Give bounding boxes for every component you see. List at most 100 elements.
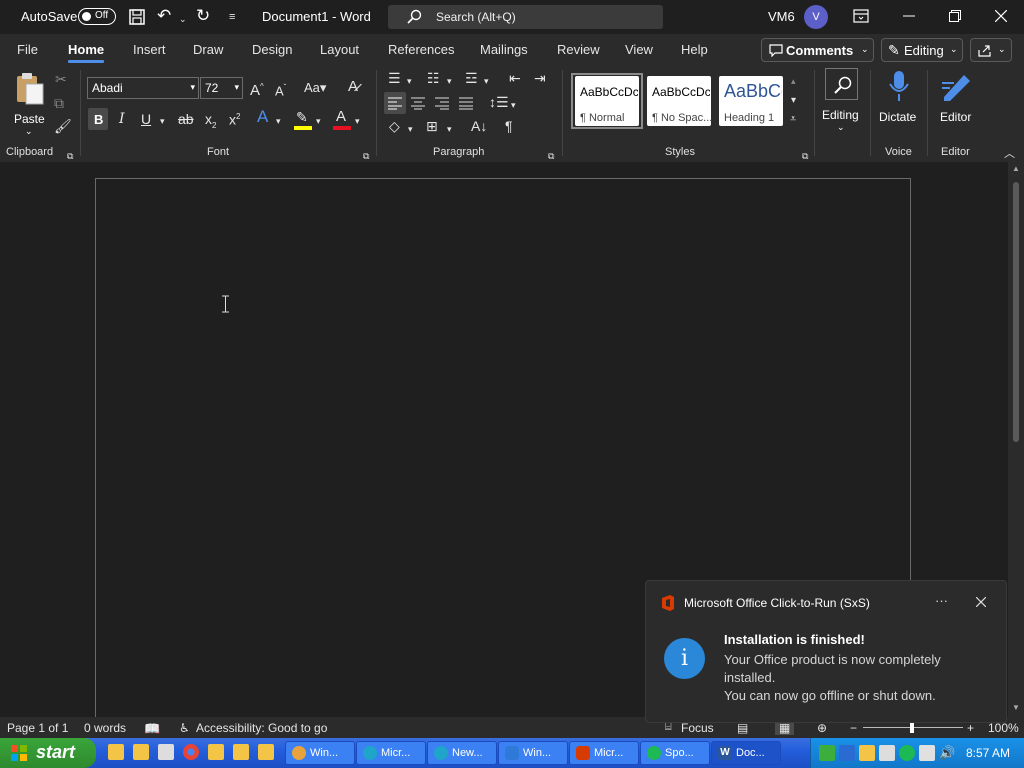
- line-spacing-icon[interactable]: ↕☰: [489, 95, 509, 109]
- zoom-slider-thumb[interactable]: [910, 722, 914, 733]
- tab-references[interactable]: References: [388, 42, 454, 57]
- tab-mailings[interactable]: Mailings: [480, 42, 528, 57]
- style-heading-1[interactable]: AaBbCc Heading 1: [719, 76, 783, 126]
- cut-icon[interactable]: ✂: [55, 72, 67, 86]
- borders-dropdown-icon[interactable]: ▾: [447, 122, 452, 136]
- autosave-toggle[interactable]: Off: [78, 8, 116, 25]
- restore-icon[interactable]: [949, 10, 961, 22]
- tab-view[interactable]: View: [625, 42, 653, 57]
- clock[interactable]: 8:57 AM: [966, 746, 1010, 760]
- display-icon[interactable]: [879, 745, 895, 761]
- search-box[interactable]: Search (Alt+Q): [388, 5, 663, 29]
- page-count[interactable]: Page 1 of 1: [7, 721, 68, 735]
- folder-icon[interactable]: [208, 744, 224, 760]
- sort-icon[interactable]: A↓: [471, 119, 487, 133]
- customize-qat-icon[interactable]: ≡: [229, 10, 235, 24]
- dialog-launcher-icon[interactable]: ⧉: [802, 149, 808, 163]
- minimize-icon[interactable]: [903, 15, 915, 17]
- numbering-icon[interactable]: ☷: [427, 71, 440, 85]
- accessibility-status[interactable]: Accessibility: Good to go: [196, 721, 327, 735]
- style-no-spacing[interactable]: AaBbCcDc ¶ No Spac...: [647, 76, 712, 126]
- bullets-icon[interactable]: ☰: [388, 71, 401, 85]
- numbering-dropdown-icon[interactable]: ▾: [447, 74, 452, 88]
- tab-insert[interactable]: Insert: [133, 42, 166, 57]
- styles-scroll-up-icon[interactable]: ▴: [791, 74, 796, 88]
- taskbar-item-edge[interactable]: New...: [427, 741, 497, 765]
- editing-mode-button[interactable]: ✎ Editing ⌄: [881, 38, 963, 62]
- tray-app-icon[interactable]: [819, 745, 835, 761]
- tab-draw[interactable]: Draw: [193, 42, 223, 57]
- underline-icon[interactable]: U: [141, 112, 151, 126]
- show-formatting-marks-icon[interactable]: ¶: [505, 119, 513, 133]
- decrease-indent-icon[interactable]: ⇤: [509, 71, 521, 85]
- dialog-launcher-icon[interactable]: ⧉: [67, 149, 73, 163]
- taskbar-item-spotify[interactable]: Spo...: [640, 741, 710, 765]
- paste-button[interactable]: Paste ⌄: [10, 70, 50, 140]
- folder-icon[interactable]: [108, 744, 124, 760]
- close-icon[interactable]: [995, 10, 1007, 22]
- bold-button[interactable]: B: [88, 108, 108, 130]
- highlight-dropdown-icon[interactable]: ▾: [316, 114, 321, 128]
- comments-button[interactable]: Comments ⌄: [761, 38, 874, 62]
- font-color-icon[interactable]: A: [336, 109, 346, 124]
- collapse-ribbon-icon[interactable]: ︿: [1004, 147, 1015, 161]
- tab-layout[interactable]: Layout: [320, 42, 359, 57]
- scrollbar-thumb[interactable]: [1013, 182, 1019, 442]
- strikethrough-icon[interactable]: ab: [178, 112, 194, 126]
- folder-icon[interactable]: [258, 744, 274, 760]
- web-layout-icon[interactable]: ⊕: [817, 721, 827, 735]
- grow-font-icon[interactable]: A^: [250, 80, 264, 98]
- italic-icon[interactable]: I: [119, 112, 125, 126]
- align-right-icon[interactable]: [435, 96, 449, 110]
- align-left-button[interactable]: [384, 92, 406, 114]
- line-spacing-dropdown-icon[interactable]: ▾: [511, 98, 516, 112]
- tab-home[interactable]: Home: [68, 42, 105, 63]
- volume-icon[interactable]: 🔊: [939, 745, 955, 761]
- word-count[interactable]: 0 words: [84, 721, 126, 735]
- save-icon[interactable]: [128, 8, 146, 26]
- copy-icon[interactable]: ⧉: [54, 96, 64, 110]
- highlight-icon[interactable]: ✎: [296, 110, 308, 124]
- undo-dropdown-icon[interactable]: ⌄: [179, 12, 187, 26]
- styles-more-icon[interactable]: ⩡: [790, 112, 796, 126]
- taskbar-item-word[interactable]: W Doc...: [711, 741, 781, 765]
- proofing-icon[interactable]: 📖: [144, 721, 160, 737]
- text-effects-dropdown-icon[interactable]: ▾: [276, 114, 281, 128]
- taskbar-item-edge[interactable]: Micr...: [356, 741, 426, 765]
- dialog-launcher-icon[interactable]: ⧉: [363, 149, 369, 163]
- clear-formatting-icon[interactable]: A̷: [348, 79, 358, 94]
- bullets-dropdown-icon[interactable]: ▾: [407, 74, 412, 88]
- shading-icon[interactable]: ◇: [389, 119, 400, 133]
- taskbar-item-chrome[interactable]: Win...: [285, 741, 355, 765]
- redo-icon[interactable]: ↻: [196, 7, 210, 24]
- justify-icon[interactable]: [459, 96, 473, 110]
- folder-icon[interactable]: [233, 744, 249, 760]
- zoom-level[interactable]: 100%: [988, 721, 1019, 735]
- editor-button[interactable]: Editor: [934, 68, 980, 136]
- taskbar-item-defender[interactable]: Win...: [498, 741, 568, 765]
- tab-file[interactable]: File: [17, 42, 38, 57]
- font-color-dropdown-icon[interactable]: ▾: [355, 114, 360, 128]
- folder-icon[interactable]: [133, 744, 149, 760]
- dialog-launcher-icon[interactable]: ⧉: [548, 149, 554, 163]
- underline-dropdown-icon[interactable]: ▾: [160, 114, 165, 128]
- focus-button[interactable]: Focus: [681, 721, 714, 735]
- multilevel-list-icon[interactable]: ☲: [465, 71, 478, 85]
- network-icon[interactable]: [839, 745, 855, 761]
- tab-design[interactable]: Design: [252, 42, 292, 57]
- print-layout-icon[interactable]: ▦: [775, 721, 795, 735]
- increase-indent-icon[interactable]: ⇥: [534, 71, 546, 85]
- close-icon[interactable]: [976, 597, 986, 607]
- notification-toast[interactable]: Microsoft Office Click-to-Run (SxS) ··· …: [645, 580, 1007, 723]
- more-options-icon[interactable]: ···: [935, 593, 948, 608]
- font-name-combo[interactable]: Abadi ▾: [87, 77, 199, 99]
- subscript-icon[interactable]: x2: [205, 112, 216, 133]
- scroll-up-icon[interactable]: ▲: [1012, 164, 1020, 173]
- zoom-in-icon[interactable]: +: [967, 721, 974, 735]
- multilevel-dropdown-icon[interactable]: ▾: [484, 74, 489, 88]
- zoom-out-icon[interactable]: −: [850, 721, 857, 735]
- start-button[interactable]: start: [0, 738, 96, 768]
- taskbar-item-office[interactable]: Micr...: [569, 741, 639, 765]
- read-mode-icon[interactable]: ▤: [737, 721, 748, 735]
- change-case-icon[interactable]: Aa▾: [304, 81, 326, 95]
